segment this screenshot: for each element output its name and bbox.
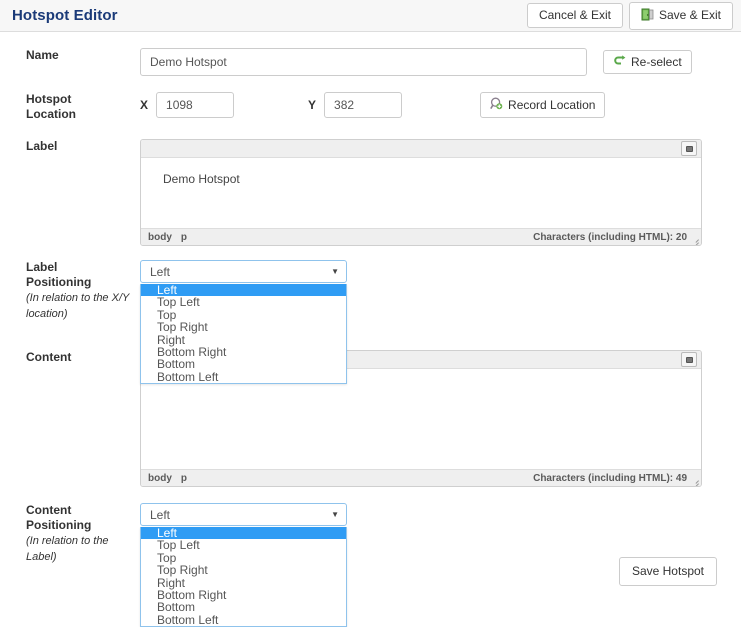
hotspot-form: Name Re-select Hotspot Location xyxy=(0,32,741,627)
content-positioning-label-line1: Content xyxy=(26,503,72,517)
content-positioning-option-list[interactable]: Left Top Left Top Top Right Right Bottom… xyxy=(140,527,347,627)
label-positioning-option-list[interactable]: Left Top Left Top Top Right Right Bottom… xyxy=(140,284,347,385)
label-rich-text-editor: Demo Hotspot body p Characters (includin… xyxy=(140,139,702,246)
label-editor-row-label: Label xyxy=(26,139,58,153)
content-positioning-sub-line1: (In relation to the xyxy=(26,535,109,547)
cancel-and-exit-button[interactable]: Cancel & Exit xyxy=(526,3,623,28)
label-positioning-select-box[interactable]: Left ▼ xyxy=(140,260,347,283)
label-positioning-select[interactable]: Left ▼ Left Top Left Top Top Right Right… xyxy=(140,260,347,385)
content-positioning-select[interactable]: Left ▼ Left Top Left Top Top Right Right… xyxy=(140,503,347,627)
page-title: Hotspot Editor xyxy=(12,7,118,24)
re-select-label: Re-select xyxy=(631,54,682,69)
name-row-field: Re-select xyxy=(140,48,741,76)
content-positioning-selected-value: Left xyxy=(150,507,171,522)
content-editor-char-count: Characters (including HTML): 49 xyxy=(533,472,687,484)
toolbar-toggle-icon[interactable] xyxy=(681,352,697,367)
label-positioning-option[interactable]: Top Left xyxy=(141,296,346,309)
undo-arrow-icon xyxy=(613,55,626,69)
label-positioning-label-line2: Positioning xyxy=(26,275,92,289)
content-editor-element-path: body p xyxy=(148,473,187,484)
exit-door-icon xyxy=(641,8,654,24)
content-positioning-row: Content Positioning (In relation to the … xyxy=(0,487,741,627)
hotspot-location-label-line1: Hotspot xyxy=(26,92,72,106)
toolbar-toggle-icon[interactable] xyxy=(681,141,697,156)
label-editor-status-bar: body p Characters (including HTML): 20 xyxy=(141,228,701,245)
label-editor-content[interactable]: Demo Hotspot xyxy=(141,158,701,228)
label-positioning-sub-line1: (In relation to the X/Y xyxy=(26,292,130,304)
label-editor-resize-handle[interactable] xyxy=(692,236,699,243)
header-actions: Cancel & Exit Save & Exit xyxy=(526,1,733,30)
hotspot-location-row-label: Hotspot Location xyxy=(0,92,140,122)
label-positioning-row-field: Left ▼ Left Top Left Top Top Right Right… xyxy=(140,260,741,385)
re-select-button[interactable]: Re-select xyxy=(603,50,692,74)
label-editor-path-0[interactable]: body xyxy=(148,232,172,243)
name-row-label: Name xyxy=(26,48,59,62)
content-editor-path-0[interactable]: body xyxy=(148,473,172,484)
label-positioning-row: Label Positioning (In relation to the X/… xyxy=(0,246,741,385)
label-editor-toolbar xyxy=(141,140,701,158)
hotspot-location-row-field: X Y Record Location xyxy=(140,92,741,118)
label-positioning-row-label: Label Positioning (In relation to the X/… xyxy=(0,260,140,322)
record-location-button[interactable]: Record Location xyxy=(480,92,606,118)
label-positioning-sub-line2: location) xyxy=(26,308,68,320)
label-positioning-label-line1: Label xyxy=(26,260,58,274)
x-coordinate-label: X xyxy=(140,98,149,112)
save-and-exit-label: Save & Exit xyxy=(658,8,721,22)
content-positioning-option[interactable]: Bottom xyxy=(141,601,346,614)
content-positioning-option[interactable]: Bottom Left xyxy=(141,613,346,626)
content-positioning-label-line2: Positioning xyxy=(26,518,92,532)
content-editor-row-label: Content xyxy=(26,350,72,364)
content-editor-resize-handle[interactable] xyxy=(692,477,699,484)
save-hotspot-label: Save Hotspot xyxy=(631,564,704,578)
label-editor-row: Label Demo Hotspot body p Characters (in… xyxy=(0,122,741,246)
content-positioning-option[interactable]: Top Right xyxy=(141,564,346,577)
content-editor-row: Content body p Characters (including HTM… xyxy=(0,322,741,487)
hotspot-name-input[interactable] xyxy=(140,48,587,76)
label-editor-path-1[interactable]: p xyxy=(181,232,187,243)
content-editor-status-bar: body p Characters (including HTML): 49 xyxy=(141,469,701,486)
content-editor-path-1[interactable]: p xyxy=(181,473,187,484)
save-and-exit-button[interactable]: Save & Exit xyxy=(628,1,733,30)
content-positioning-sub-line2: Label) xyxy=(26,551,57,563)
magnifier-plus-icon xyxy=(490,97,503,113)
content-positioning-row-field: Left ▼ Left Top Left Top Top Right Right… xyxy=(140,503,741,627)
label-positioning-selected-value: Left xyxy=(150,264,171,279)
label-editor-char-count: Characters (including HTML): 20 xyxy=(533,231,687,243)
y-coordinate-input[interactable] xyxy=(324,92,403,118)
name-row: Name Re-select xyxy=(0,32,741,76)
record-location-label: Record Location xyxy=(508,97,596,112)
label-editor-row-field: Demo Hotspot body p Characters (includin… xyxy=(140,139,741,246)
y-coordinate-label: Y xyxy=(308,98,317,112)
hotspot-location-row: Hotspot Location X Y xyxy=(0,76,741,122)
label-positioning-option[interactable]: Bottom xyxy=(141,358,346,371)
content-positioning-option[interactable]: Bottom Right xyxy=(141,589,346,602)
hotspot-location-label-line2: Location xyxy=(26,107,76,121)
content-positioning-option[interactable]: Top Left xyxy=(141,539,346,552)
chevron-down-icon: ▼ xyxy=(331,509,339,519)
content-positioning-select-box[interactable]: Left ▼ xyxy=(140,503,347,526)
x-coordinate-input[interactable] xyxy=(156,92,235,118)
chevron-down-icon: ▼ xyxy=(331,266,339,276)
cancel-and-exit-label: Cancel & Exit xyxy=(538,8,611,22)
save-hotspot-button[interactable]: Save Hotspot xyxy=(618,557,717,586)
content-positioning-row-label: Content Positioning (In relation to the … xyxy=(0,503,140,565)
app-header: Hotspot Editor Cancel & Exit Save & Exit xyxy=(0,0,741,32)
label-editor-element-path: body p xyxy=(148,232,187,243)
label-positioning-option[interactable]: Top Right xyxy=(141,321,346,334)
label-positioning-option[interactable]: Bottom Left xyxy=(141,370,346,383)
